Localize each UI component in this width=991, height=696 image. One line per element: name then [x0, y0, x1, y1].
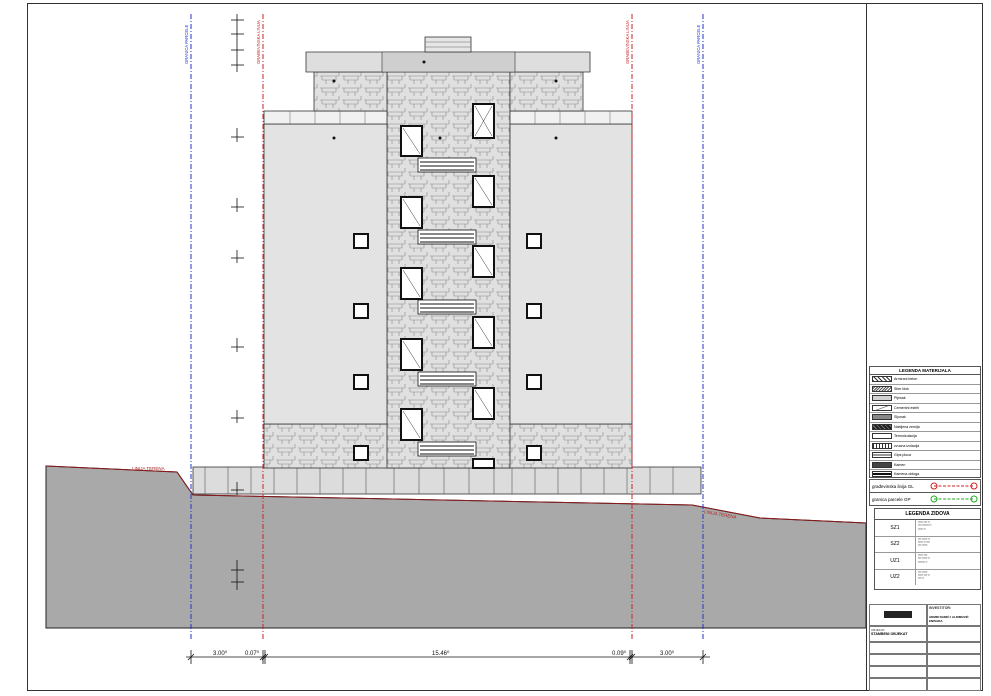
object-cell: OBJEKAT: STAMBENI OBJEKAT [869, 626, 927, 642]
material-label: Gips ploca [894, 453, 911, 458]
info-cell-3 [927, 666, 981, 678]
material-label: Kamen [894, 462, 906, 467]
dim-5: 3.00⁰ [660, 650, 675, 657]
building-line-label-right: GRAĐEVINSKA LINIJA [625, 20, 630, 64]
drawing-sheet: GRANICA PARCELE GRANICA PARCELE GRAĐEVIN… [0, 0, 991, 696]
parcel-label-right: GRANICA PARCELE [696, 25, 701, 64]
company-logo [884, 611, 912, 618]
wall-code: SZ2 [890, 541, 900, 548]
materials-legend-title: LEGENDA MATERIJALA [870, 367, 980, 375]
walls-legend-title: LEGENDA ZIDOVA [875, 509, 980, 520]
walls-legend: LEGENDA ZIDOVA SZ1 ━━━ ━━ ━ ━━ ━━━━ ━ ━━━ ━… [874, 508, 981, 590]
wall-code: SZ1 [890, 524, 900, 531]
parcel-label-left: GRANICA PARCELE [184, 25, 189, 64]
left-top-stone [313, 71, 388, 112]
dim-1: 3.00⁰ [213, 650, 228, 657]
right-parapet [509, 110, 633, 125]
material-label: Termoizolacija [894, 434, 917, 439]
material-label: zvucna izolacija [894, 443, 920, 448]
fence [192, 466, 702, 495]
investor-cell: INVESTITOR: ADMIR RAMIĆ I ALDIMOVIĆ ENIS… [927, 604, 981, 626]
material-label: Siter blok [894, 386, 909, 391]
signature-cell-2 [869, 654, 927, 666]
building-line-label-left: GRAĐEVINSKA LINIJA [256, 20, 261, 64]
building-line-legend-label: građevinska linija GL [872, 483, 914, 489]
material-label: Nabijena zemlja [894, 424, 920, 429]
investor-label: INVESTITOR: [929, 606, 952, 610]
info-cell-1 [927, 642, 981, 654]
chimney [424, 36, 472, 53]
material-label: Armirani beton [894, 377, 918, 382]
location-cell [927, 626, 981, 642]
info-cell-4 [927, 678, 981, 691]
signature-cell-1 [869, 642, 927, 654]
dim-2: 0.07⁰ [245, 650, 260, 657]
wall-code: UZ2 [890, 574, 900, 581]
wall-code: UZ1 [890, 557, 900, 564]
material-label: Sljunak [894, 415, 906, 420]
roof-top-center [381, 51, 516, 73]
right-top-stone [509, 71, 584, 112]
info-cell-2 [927, 654, 981, 666]
elevation-drawing: GRANICA PARCELE GRANICA PARCELE GRAĐEVIN… [45, 14, 867, 664]
parcel-line-symbol [930, 495, 978, 503]
left-parapet [263, 110, 388, 125]
title-block: INVESTITOR: ADMIR RAMIĆ I ALDIMOVIĆ ENIS… [869, 604, 981, 691]
material-label: Kamena obloga [894, 472, 920, 477]
parcel-line-legend-label: granica parcele GP [872, 496, 911, 502]
boundary-legend: građevinska linija GL granica parcele GP [869, 479, 981, 506]
building-line-symbol [930, 482, 978, 490]
dim-4: 0.09⁰ [612, 650, 627, 657]
object-value: STAMBENI OBJEKAT [871, 632, 908, 636]
investor-value: ADMIR RAMIĆ I ALDIMOVIĆ ENISADA [929, 615, 969, 623]
signature-cell-3 [869, 666, 927, 678]
logo-cell [869, 604, 927, 626]
signature-cell-4 [869, 678, 927, 691]
dim-3: 15.46⁰ [432, 650, 450, 657]
material-label: Pijesak [894, 396, 906, 401]
material-label: Cementni estrih [894, 405, 920, 410]
terrain-label-left: LINIJA TERENA [132, 466, 165, 471]
materials-legend: LEGENDA MATERIJALA Armirani beton Siter … [869, 366, 981, 478]
